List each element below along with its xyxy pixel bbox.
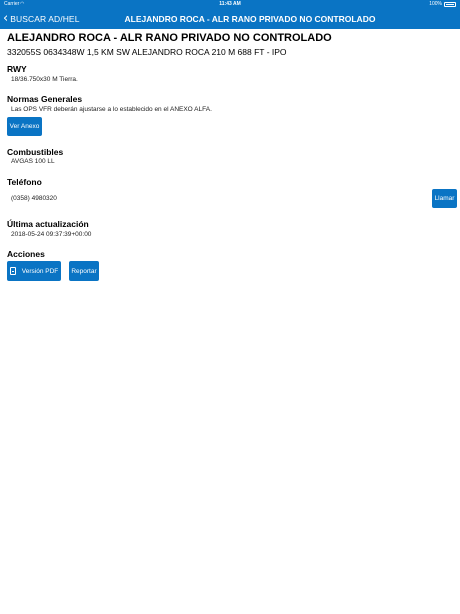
normas-heading: Normas Generales bbox=[7, 94, 83, 104]
location-subtitle: 332055S 0634348W 1,5 KM SW ALEJANDRO ROC… bbox=[7, 47, 287, 57]
rwy-value: 18/36.750x30 M Tierra. bbox=[11, 76, 78, 83]
version-pdf-label: Versión PDF bbox=[21, 267, 59, 275]
version-pdf-button[interactable]: Versión PDF bbox=[7, 261, 61, 281]
actualizacion-value: 2018-05-24 09:37:39+00:00 bbox=[11, 231, 92, 238]
telefono-heading: Teléfono bbox=[7, 177, 42, 187]
status-bar: Carrier ◠ 11:43 AM 100% bbox=[0, 0, 460, 9]
battery-percent: 100% bbox=[429, 1, 442, 7]
combustibles-heading: Combustibles bbox=[7, 147, 64, 157]
llamar-button[interactable]: Llamar bbox=[432, 189, 457, 208]
chevron-left-icon: ‹ bbox=[3, 11, 9, 26]
ver-anexo-button[interactable]: Ver Anexo bbox=[7, 117, 42, 136]
telefono-value: (0358) 4980320 bbox=[11, 195, 57, 202]
page-title: ALEJANDRO ROCA - ALR RANO PRIVADO NO CON… bbox=[7, 32, 332, 44]
detail-header: ALEJANDRO ROCA - ALR RANO PRIVADO NO CON… bbox=[7, 30, 457, 57]
rwy-heading: RWY bbox=[7, 64, 27, 74]
back-button[interactable]: ‹ BUSCAR AD/HEL bbox=[3, 12, 80, 26]
back-button-label: BUSCAR AD/HEL bbox=[10, 14, 80, 24]
navigation-bar: ‹ BUSCAR AD/HEL ALEJANDRO ROCA - ALR RAN… bbox=[0, 9, 460, 29]
document-icon bbox=[9, 267, 16, 275]
normas-value: Las OPS VFR deberán ajustarse a lo estab… bbox=[11, 106, 212, 113]
actualizacion-heading: Última actualización bbox=[7, 219, 89, 229]
reportar-button[interactable]: Reportar bbox=[69, 261, 99, 281]
status-time: 11:43 AM bbox=[219, 1, 241, 7]
nav-title: ALEJANDRO ROCA - ALR RANO PRIVADO NO CON… bbox=[124, 14, 376, 24]
combustibles-value: AVGAS 100 LL bbox=[11, 158, 55, 165]
battery-icon bbox=[444, 2, 456, 7]
acciones-heading: Acciones bbox=[7, 249, 45, 259]
